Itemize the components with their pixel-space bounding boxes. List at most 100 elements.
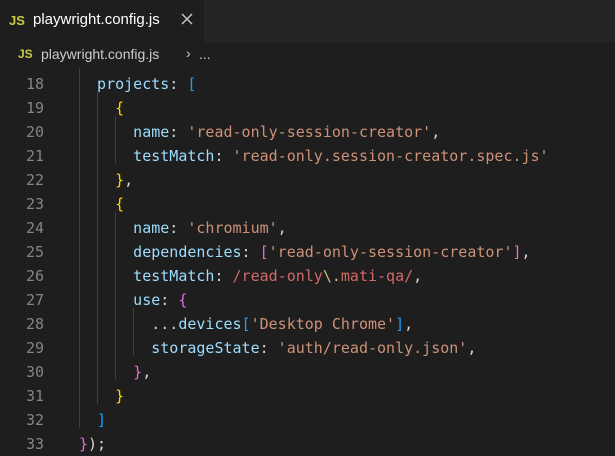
code-token: , (467, 339, 477, 357)
code-line: 23 { (0, 192, 615, 216)
code-token: : (169, 123, 188, 141)
code-token: name (133, 123, 170, 141)
code-text: projects: [ (97, 72, 196, 96)
code-token: storageState (151, 339, 260, 357)
code-line: 21 testMatch: 'read-only.session-creator.… (0, 144, 615, 168)
code-token: , (142, 363, 152, 381)
code-text: dependencies: ['read-only-session-creato… (133, 240, 530, 264)
code-text: }, (115, 168, 133, 192)
code-token: , (521, 243, 531, 261)
code-line: 25 dependencies: ['read-only-session-crea… (0, 240, 615, 264)
chevron-right-icon: › (186, 45, 191, 61)
code-token: } (115, 171, 125, 189)
code-token: 'read-only-session-creator' (268, 243, 513, 261)
code-token: { (115, 99, 125, 117)
code-token: use (133, 291, 161, 309)
code-token: dependencies (133, 243, 242, 261)
close-icon-glyph (181, 13, 193, 25)
code-token: ); (88, 435, 107, 453)
code-token: : (214, 147, 233, 165)
code-token: , (404, 315, 414, 333)
tab-playwright-config[interactable]: JS playwright.config.js (0, 0, 204, 42)
code-token: mati-qa/ (340, 267, 414, 285)
line-number: 24 (25, 219, 44, 237)
breadcrumb: JS playwright.config.js › ... (0, 42, 615, 68)
code-line: 18 projects: [ (0, 72, 615, 96)
line-number: 29 (25, 339, 44, 357)
code-line: 29 storageState: 'auth/read-only.json', (0, 336, 615, 360)
line-number: 32 (25, 411, 44, 429)
code-text: }); (79, 432, 106, 456)
code-line: 27 use: { (0, 288, 615, 312)
line-number: 22 (25, 171, 44, 189)
code-editor[interactable]: 18 projects: [19{20 name: 'read-only-sessi… (0, 68, 615, 453)
code-token: : (241, 243, 260, 261)
code-line: 19 { (0, 96, 615, 120)
code-line: 28 ...devices['Desktop Chrome'], (0, 312, 615, 336)
code-token: 'read-only.session-creator.spec.js' (232, 147, 549, 165)
line-number: 23 (25, 195, 44, 213)
code-token: { (178, 291, 188, 309)
tab-label: playwright.config.js (33, 11, 160, 28)
code-text: use: { (133, 288, 187, 312)
code-token: devices (178, 315, 242, 333)
line-number: 18 (25, 75, 44, 93)
code-line: 30}, (0, 360, 615, 384)
code-line: 32] (0, 408, 615, 432)
code-token: : (169, 75, 188, 93)
line-number: 26 (25, 267, 44, 285)
code-text: ] (97, 408, 106, 432)
code-token: [ (259, 243, 269, 261)
code-token: 'Desktop Chrome' (250, 315, 396, 333)
line-number: 25 (25, 243, 44, 261)
code-token: [ (241, 315, 251, 333)
code-token: } (133, 363, 143, 381)
code-token: name (133, 219, 170, 237)
code-token: 'chromium' (187, 219, 278, 237)
code-line: 33}); (0, 432, 615, 456)
code-token: [ (187, 75, 197, 93)
code-token: projects (97, 75, 170, 93)
code-token: testMatch (133, 267, 215, 285)
code-token: 'read-only-session-creator' (187, 123, 432, 141)
code-token: \. (322, 267, 341, 285)
line-number: 28 (25, 315, 44, 333)
code-line: 24 name: 'chromium', (0, 216, 615, 240)
code-token: ] (512, 243, 522, 261)
line-number: 20 (25, 123, 44, 141)
code-text: { (115, 192, 124, 216)
breadcrumb-file[interactable]: playwright.config.js (41, 46, 159, 62)
code-text: testMatch: /read-only\.mati-qa/, (133, 264, 422, 288)
code-token: : (259, 339, 278, 357)
code-text: ...devices['Desktop Chrome'], (151, 312, 413, 336)
code-line: 20 name: 'read-only-session-creator', (0, 120, 615, 144)
line-number: 30 (25, 363, 44, 381)
javascript-file-icon: JS (18, 47, 33, 61)
breadcrumb-more[interactable]: ... (199, 46, 211, 62)
code-token: , (277, 219, 287, 237)
code-token: { (115, 195, 125, 213)
line-number: 27 (25, 291, 44, 309)
code-line: 22}, (0, 168, 615, 192)
code-token: testMatch (133, 147, 215, 165)
code-line: 31} (0, 384, 615, 408)
code-token: ... (151, 315, 179, 333)
code-line: 26 testMatch: /read-only\.mati-qa/, (0, 264, 615, 288)
code-token: /read-only (232, 267, 323, 285)
code-token: ] (97, 411, 107, 429)
line-number: 19 (25, 99, 44, 117)
line-number: 33 (25, 435, 44, 453)
code-text: } (115, 384, 124, 408)
code-token: ] (395, 315, 405, 333)
close-icon[interactable] (177, 9, 197, 29)
code-token: : (214, 267, 233, 285)
tab-bar: JS playwright.config.js (0, 0, 615, 42)
code-token: } (79, 435, 89, 453)
code-text: testMatch: 'read-only.session-creator.sp… (133, 144, 548, 168)
code-token: } (115, 387, 125, 405)
line-number: 31 (25, 387, 44, 405)
code-token: , (413, 267, 423, 285)
line-number: 21 (25, 147, 44, 165)
code-text: }, (133, 360, 151, 384)
code-text: name: 'read-only-session-creator', (133, 120, 440, 144)
